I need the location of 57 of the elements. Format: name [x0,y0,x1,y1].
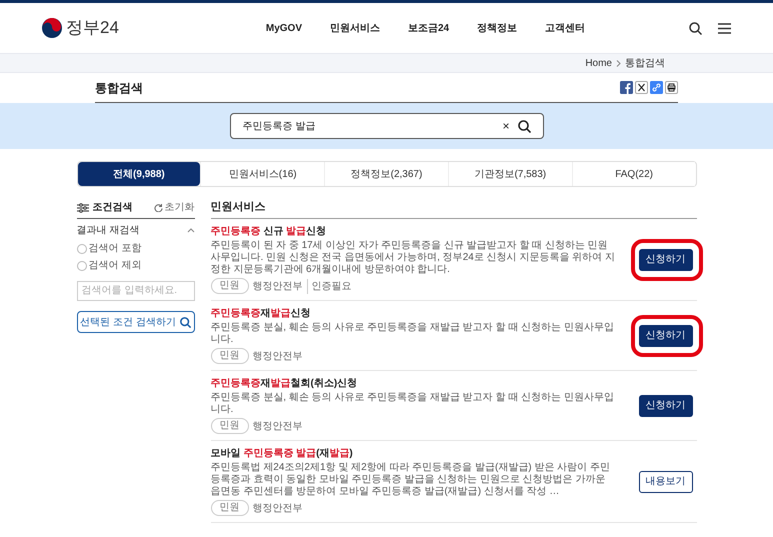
nav-link[interactable]: MyGOV [266,20,302,36]
breadcrumb-link[interactable]: Home [585,56,612,70]
section-label: 결과내 재검색 [76,224,140,238]
apply-button[interactable]: 신청하기 [638,248,692,270]
sliders-icon [76,202,88,212]
chevron-icon[interactable] [186,228,194,232]
category-tag: 민원 [210,418,248,434]
filter-title: 조건검색 [92,201,132,215]
facebook-icon[interactable] [620,81,633,94]
result-description: 주민등록이 된 자 중 17세 이상인 자가 주민등록증을 신규 발급받고자 할 때 신청하는 민원사무입니다. 민원 신청은 전국 읍면동에서 가능하며, 정부24로 신청시 지문등록을 위하여 지정한 지문등록기관에 6개월이내에 방문하여야 합니다. [210,240,616,276]
menu-icon[interactable] [718,22,731,34]
nav-link[interactable]: 정책정보 [477,20,518,36]
reset-button[interactable]: 초기화 [154,200,194,215]
nav-link[interactable]: 보조금24 [408,20,450,36]
radio-button[interactable] [76,244,86,254]
result-title[interactable]: 모바일 주민등록증 발급(재발급) [210,447,616,461]
agency-name: 행정안전부 [252,502,302,516]
requirement-note: 인증필요 [306,278,352,294]
logo-text[interactable]: 정부24 [66,15,119,41]
category-tag: 민원 [210,348,248,364]
print-icon[interactable] [665,81,678,94]
apply-button[interactable]: 신청하기 [638,394,692,416]
search-icon [180,316,191,328]
result-description: 주민등록증 분실, 훼손 등의 사유로 주민등록증을 재발급 받고자 할 때 신청하는 민원사무입니다. [210,392,615,416]
search-field[interactable]: 주민등록증 발급 × [230,113,544,139]
radio-label: 검색어 제외 [88,259,142,273]
keyword-input[interactable]: 검색어를 입력하세요. [76,280,194,300]
nav-link[interactable]: 민원서비스 [330,20,380,36]
search-icon[interactable] [518,120,530,132]
radio-label: 검색어 포함 [88,242,142,256]
result-title[interactable]: 주민등록증재발급철회(취소)신청 [210,377,616,391]
nav-link[interactable]: 고객센터 [545,20,586,36]
search-conditions-button[interactable]: 선택된 조건 검색하기 [76,311,194,333]
tab[interactable]: 전체(9,988) [78,162,200,186]
result-title[interactable]: 주민등록증 신규 발급신청 [210,225,616,239]
refresh-icon [154,203,162,212]
category-tag: 민원 [210,278,248,294]
chevron-right-icon [616,60,621,66]
clear-icon[interactable]: × [502,117,510,135]
breadcrumb-current: 통합검색 [625,56,665,70]
link-icon[interactable] [650,81,663,94]
section-title: 민원서비스 [210,197,696,219]
result-title[interactable]: 주민등록증재발급신청 [210,307,616,321]
radio-button[interactable] [76,260,86,270]
tab[interactable]: FAQ(22) [572,162,696,186]
apply-button[interactable]: 신청하기 [638,324,692,346]
page-title: 통합검색 [95,80,143,96]
taegeuk-logo-icon [42,18,62,38]
search-icon[interactable] [689,22,702,34]
category-tag: 민원 [210,500,248,516]
x-logo-icon[interactable] [635,81,648,94]
agency-name: 행정안전부 [252,420,302,434]
agency-name: 행정안전부 [252,350,302,364]
result-description: 주민등록증 분실, 훼손 등의 사유로 주민등록증을 재발급 받고자 할 때 신청하는 민원사무입니다. [210,322,615,346]
agency-name: 행정안전부 [252,280,302,294]
result-description: 주민등록법 제24조의2제1항 및 제2항에 따라 주민등록증을 발급(재발급) 받은 사람이 주민등록증과 효력이 동일한 모바일 주민등록증 발급을 신청하는 민원으로 신청방법은 가까운 읍면동 주민센터를 방문하여 모바일 주민등록증 발급(재발급) 신청서를 작성 … [210,462,611,498]
view-details-button[interactable]: 내용보기 [638,470,692,492]
